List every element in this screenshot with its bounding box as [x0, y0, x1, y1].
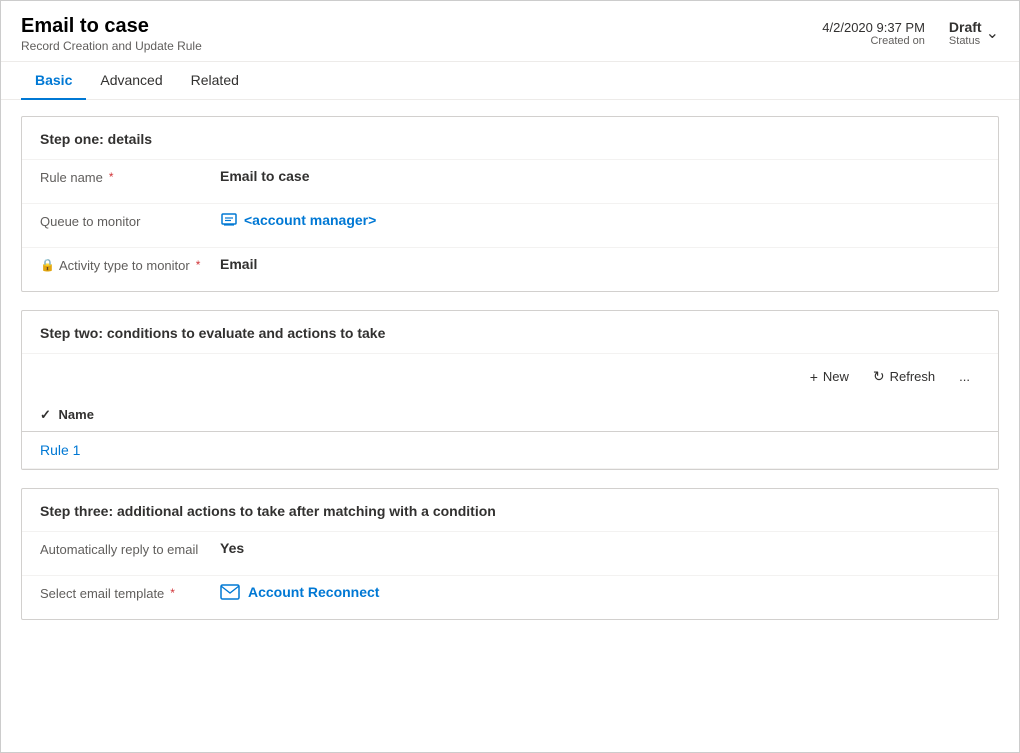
step-one-title: Step one: details — [22, 117, 998, 159]
status-col: Draft Status — [949, 19, 982, 47]
created-on-date: 4/2/2020 9:37 PM — [822, 20, 925, 35]
tab-advanced[interactable]: Advanced — [86, 62, 176, 100]
check-icon: ✓ — [40, 407, 51, 422]
tab-related[interactable]: Related — [177, 62, 253, 100]
header-left: Email to case Record Creation and Update… — [21, 13, 202, 53]
page-header: Email to case Record Creation and Update… — [1, 1, 1019, 62]
step-three-section: Step three: additional actions to take a… — [21, 488, 999, 620]
queue-to-monitor-label: Queue to monitor — [40, 212, 220, 229]
rule-name-row: Rule name * Email to case — [22, 159, 998, 203]
status-text: Draft — [949, 19, 982, 35]
auto-reply-value: Yes — [220, 540, 980, 556]
auto-reply-row: Automatically reply to email Yes — [22, 531, 998, 575]
activity-type-row: 🔒 Activity type to monitor * Email — [22, 247, 998, 291]
rule-name-value: Email to case — [220, 168, 980, 184]
new-button-label: New — [823, 369, 849, 384]
step-two-section: Step two: conditions to evaluate and act… — [21, 310, 999, 470]
table-row[interactable]: Rule 1 — [22, 432, 998, 469]
activity-type-label: 🔒 Activity type to monitor * — [40, 256, 220, 273]
header-right: 4/2/2020 9:37 PM Created on Draft Status… — [822, 19, 999, 47]
header-created-on: 4/2/2020 9:37 PM Created on — [822, 20, 925, 47]
main-content: Step one: details Rule name * Email to c… — [1, 100, 1019, 752]
refresh-button-label: Refresh — [890, 369, 936, 384]
tabs-bar: Basic Advanced Related — [1, 62, 1019, 100]
step-three-title: Step three: additional actions to take a… — [22, 489, 998, 531]
created-on-label: Created on — [870, 35, 924, 47]
activity-type-value: Email — [220, 256, 980, 272]
lock-icon: 🔒 — [40, 258, 55, 272]
chevron-down-icon[interactable]: ⌄ — [986, 23, 999, 43]
queue-to-monitor-value: <account manager> — [220, 212, 980, 228]
queue-icon — [220, 212, 238, 228]
conditions-table: ✓ Name Rule 1 — [22, 399, 998, 469]
email-template-link[interactable]: Account Reconnect — [248, 584, 379, 600]
name-column-header: ✓ Name — [22, 399, 998, 432]
rule-name-required: * — [109, 170, 114, 184]
email-template-row: Select email template * Account Reconnec… — [22, 575, 998, 619]
email-template-value: Account Reconnect — [220, 584, 980, 600]
email-template-label: Select email template * — [40, 584, 220, 601]
tab-basic[interactable]: Basic — [21, 62, 86, 100]
new-button[interactable]: + New — [800, 363, 859, 391]
auto-reply-label: Automatically reply to email — [40, 540, 220, 557]
page-subtitle: Record Creation and Update Rule — [21, 39, 202, 53]
refresh-button[interactable]: ↻ Refresh — [863, 362, 945, 391]
queue-link[interactable]: <account manager> — [244, 212, 376, 228]
plus-icon: + — [810, 369, 818, 385]
more-button[interactable]: ... — [949, 363, 980, 390]
rule-name-label: Rule name * — [40, 168, 220, 185]
page-title: Email to case — [21, 13, 202, 39]
step-one-section: Step one: details Rule name * Email to c… — [21, 116, 999, 292]
activity-type-required: * — [196, 258, 201, 272]
step-two-title: Step two: conditions to evaluate and act… — [22, 311, 998, 353]
status-label: Status — [949, 35, 980, 47]
rule-1-cell[interactable]: Rule 1 — [22, 432, 998, 469]
email-template-required: * — [170, 586, 175, 600]
ellipsis-icon: ... — [959, 369, 970, 384]
queue-to-monitor-row: Queue to monitor <account manager> — [22, 203, 998, 247]
email-template-icon — [220, 584, 240, 600]
step-two-toolbar: + New ↻ Refresh ... — [22, 353, 998, 399]
header-status[interactable]: Draft Status ⌄ — [949, 19, 999, 47]
refresh-icon: ↻ — [873, 368, 885, 385]
